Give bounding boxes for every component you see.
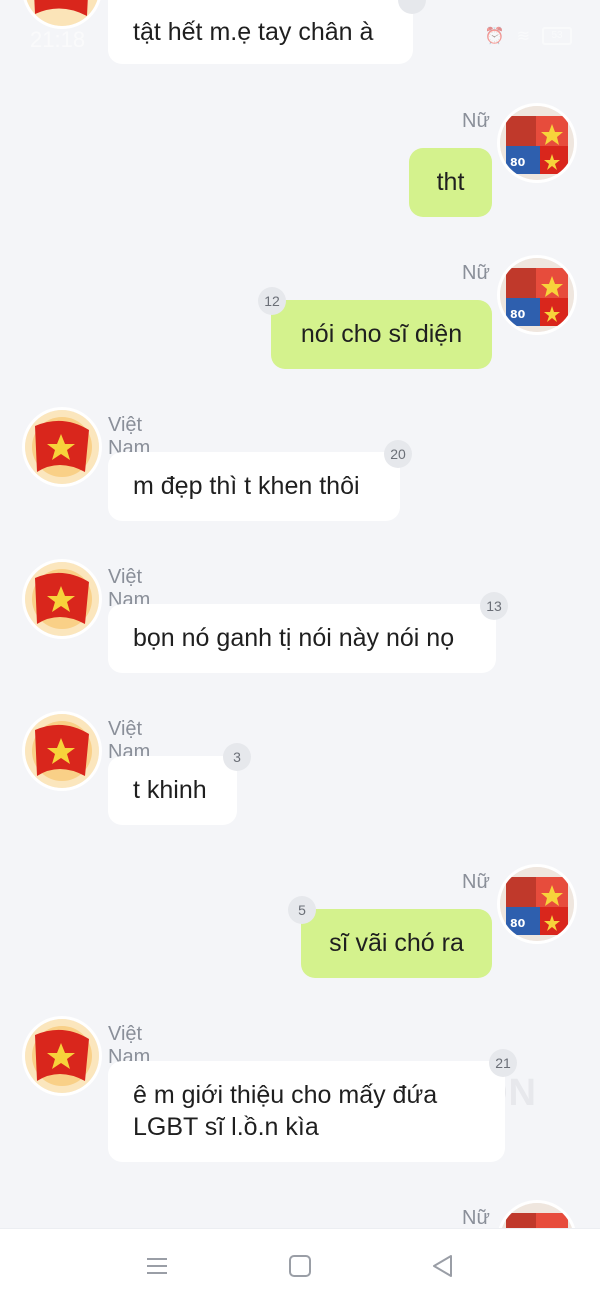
alarm-icon: ⏰ <box>484 28 505 45</box>
menu-icon <box>147 1258 167 1274</box>
message-text: m đẹp thì t khen thôi <box>133 472 360 500</box>
message-count-badge: 13 <box>480 592 508 620</box>
menu-button[interactable] <box>142 1251 172 1281</box>
status-icons: ⏰ ≋ 53 <box>485 26 572 46</box>
sender-name: Nữ <box>462 871 490 893</box>
message-bubble[interactable]: sĩ vãi chó ra <box>301 909 492 978</box>
message-text: sĩ vãi chó ra <box>329 929 464 957</box>
avatar-badge-text: 80 <box>510 156 526 169</box>
message-text: tht <box>436 168 465 196</box>
status-bar: 21:18 ⏰ ≋ 53 <box>0 0 600 70</box>
message-bubble[interactable]: m đẹp thì t khen thôi <box>108 452 400 521</box>
message-bubble[interactable]: bọn nó ganh tị nói này nói nọ <box>108 604 496 673</box>
message-bubble[interactable]: nói cho sĩ diện <box>271 300 492 369</box>
back-icon <box>433 1255 452 1277</box>
message-text-line: ê m giới thiệu cho mấy đứa <box>133 1081 438 1109</box>
home-icon <box>289 1255 311 1277</box>
avatar-female[interactable]: 80 <box>500 258 574 332</box>
sender-name: Nữ <box>462 1207 490 1229</box>
avatar-female[interactable]: 80 <box>500 106 574 180</box>
message-count-badge: 12 <box>258 287 286 315</box>
message-count-badge: 21 <box>489 1049 517 1077</box>
message-count-badge: 20 <box>384 440 412 468</box>
avatar-female[interactable]: 80 <box>500 867 574 941</box>
message-count-badge: 3 <box>223 743 251 771</box>
message-count-badge: 5 <box>288 896 316 924</box>
avatar-badge-text: 80 <box>510 917 526 930</box>
message-text: nói cho sĩ diện <box>300 320 463 348</box>
avatar-vietnam-flag[interactable] <box>25 410 99 484</box>
message-text: t khinh <box>133 776 207 804</box>
message-bubble[interactable]: ê m giới thiệu cho mấy đứa LGBT sĩ l.ồ.n… <box>108 1061 505 1162</box>
sender-name: Nữ <box>462 110 490 132</box>
sender-name: Nữ <box>462 262 490 284</box>
status-time: 21:18 <box>30 27 86 52</box>
navigation-bar <box>0 1228 600 1301</box>
home-button[interactable] <box>285 1251 315 1281</box>
avatar-vietnam-flag[interactable] <box>25 714 99 788</box>
avatar-vietnam-flag[interactable] <box>25 562 99 636</box>
wifi-icon: ≋ <box>516 28 530 45</box>
back-button[interactable] <box>428 1251 458 1281</box>
avatar-badge-text: 80 <box>510 308 526 321</box>
battery-icon: 53 <box>542 27 572 45</box>
message-bubble[interactable]: t khinh <box>108 756 237 825</box>
message-text-line: LGBT sĩ l.ồ.n kìa <box>133 1113 319 1141</box>
avatar-vietnam-flag[interactable] <box>25 1019 99 1093</box>
message-text: bọn nó ganh tị nói này nói nọ <box>133 624 455 652</box>
message-bubble[interactable]: tht <box>409 148 492 217</box>
